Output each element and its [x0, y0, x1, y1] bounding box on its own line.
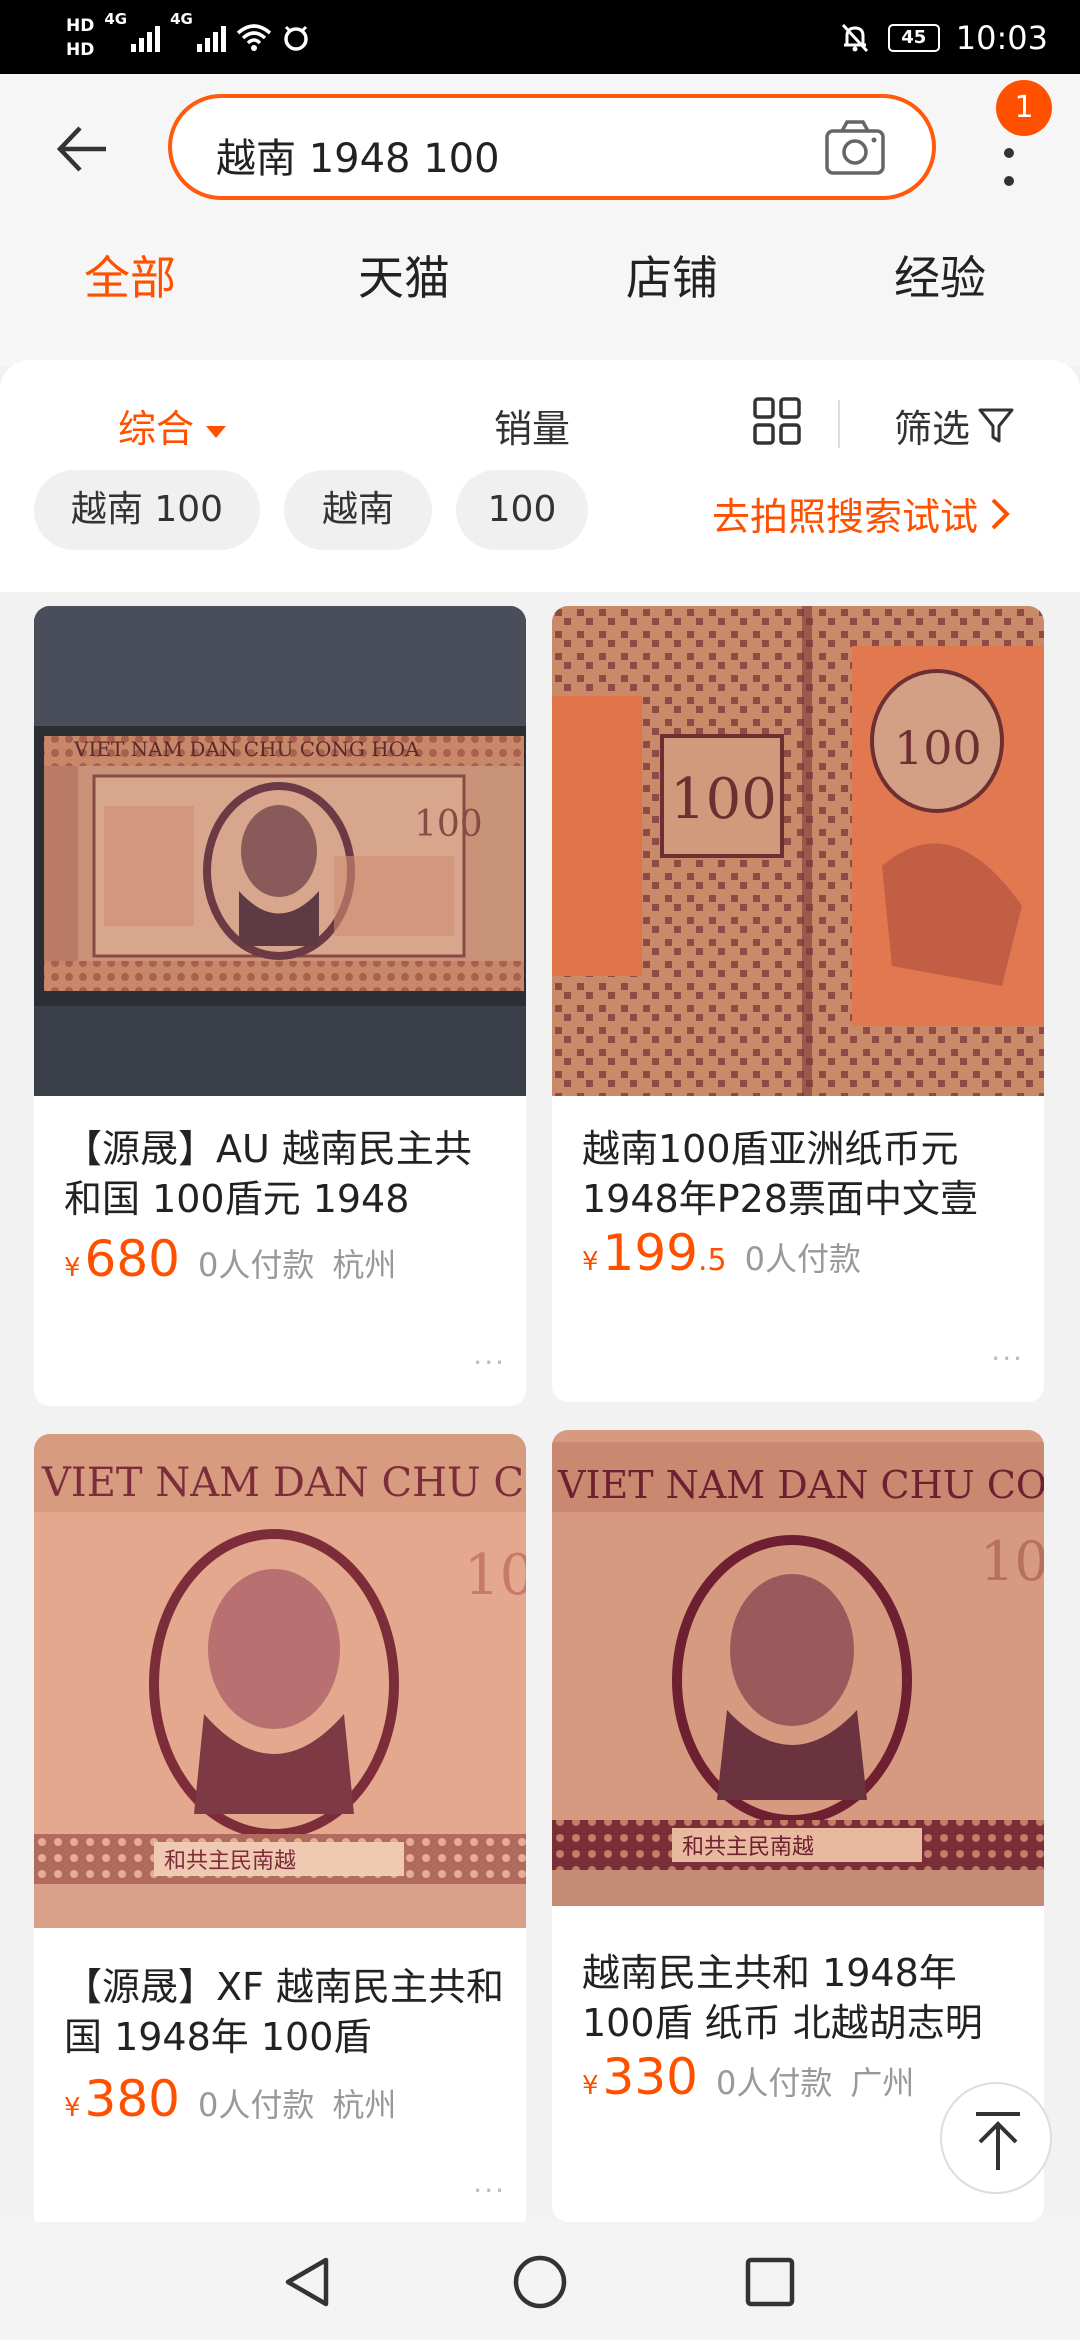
- filter-label: 筛选: [894, 407, 971, 451]
- nav-recents-icon[interactable]: [740, 2252, 800, 2312]
- banknote-denomination: 100: [894, 721, 982, 775]
- battery-icon: 45: [887, 24, 940, 52]
- signal-icon: [131, 24, 161, 52]
- product-title[interactable]: 越南100盾亚洲纸币元1948年P28票面中文壹: [582, 1124, 1022, 1224]
- mute-bell-icon: [841, 23, 868, 53]
- category-tabs: 全部 天猫 店铺 经验: [0, 242, 1080, 328]
- product-price: ¥380: [64, 2070, 180, 2128]
- product-price: ¥680: [64, 1230, 180, 1288]
- tab-all[interactable]: 全部: [84, 242, 176, 308]
- paid-count: 0人付款: [715, 2064, 833, 2102]
- product-card[interactable]: 100 100 越南100盾亚洲纸币元1948年P28票面中文壹 ¥199.5 …: [552, 606, 1044, 1402]
- banknote-header: VIET NAM DAN CHU CONG HOA: [73, 737, 420, 761]
- more-dots-icon[interactable]: ···: [473, 1346, 506, 1379]
- arrow-up-icon: [976, 2112, 1020, 2170]
- search-input[interactable]: 越南 1948 100: [168, 94, 936, 200]
- network-type-2: 4G: [170, 10, 193, 28]
- price-row: ¥680 0人付款 杭州: [64, 1230, 396, 1288]
- back-to-top-button[interactable]: [940, 2082, 1052, 2194]
- wifi-icon: [236, 24, 271, 51]
- price-row: ¥330 0人付款 广州: [582, 2048, 914, 2106]
- product-card[interactable]: VIET NAM DAN CHU CONG HOA 100 【源晟】AU 越南民…: [34, 606, 526, 1406]
- paid-count: 0人付款: [197, 2086, 315, 2124]
- currency-symbol: ¥: [64, 2093, 81, 2123]
- product-title[interactable]: 【源晟】AU 越南民主共和国 100盾元 1948: [64, 1124, 504, 1224]
- filter-button[interactable]: 筛选: [894, 398, 1014, 453]
- banknote-denomination: 100: [414, 804, 483, 845]
- product-price: ¥330: [582, 2048, 698, 2106]
- product-image[interactable]: VIET NAM DAN CHU CONG HOA 100: [34, 606, 526, 1096]
- sort-general-label: 综合: [118, 407, 195, 451]
- location: 广州: [850, 2064, 915, 2102]
- more-dots-icon[interactable]: ···: [991, 1342, 1024, 1375]
- camera-icon[interactable]: [824, 118, 886, 176]
- notification-badge: 1: [996, 80, 1052, 136]
- grid-view-icon[interactable]: [752, 396, 802, 446]
- more-dots-icon[interactable]: ···: [473, 2174, 506, 2207]
- alarm-icon: [284, 25, 308, 51]
- suggestion-chip[interactable]: 越南 100: [34, 470, 260, 550]
- price-row: ¥199.5 0人付款: [582, 1224, 861, 1282]
- location: 杭州: [332, 2086, 397, 2124]
- banknote-denomination: 100: [980, 1530, 1044, 1593]
- divider: [838, 400, 840, 448]
- search-header: 越南 1948 100 1 全部 天猫 店铺 经验: [0, 74, 1080, 366]
- hd-label-1: HD: [66, 16, 95, 36]
- tab-shops[interactable]: 店铺: [626, 242, 718, 308]
- system-nav-bar: [0, 2222, 1080, 2340]
- chevron-right-icon: [991, 498, 1010, 529]
- clock: 10:03: [955, 19, 1048, 57]
- hd-label-2: HD: [66, 40, 95, 60]
- product-image[interactable]: VIET NAM DAN CHU CONG HO 100 和共主民南越: [34, 1434, 526, 1928]
- banknote-bottom-text: 和共主民南越: [164, 1849, 296, 1874]
- product-card[interactable]: VIET NAM DAN CHU CONG HO 100 和共主民南越 【源晟】…: [34, 1434, 526, 2234]
- price-value: 380: [84, 2070, 180, 2128]
- tab-experience[interactable]: 经验: [894, 242, 986, 308]
- nav-back-icon[interactable]: [278, 2252, 338, 2312]
- tab-tmall[interactable]: 天猫: [358, 242, 450, 308]
- nav-home-icon[interactable]: [510, 2252, 570, 2312]
- price-value: 680: [84, 1230, 180, 1288]
- signal-icon: [196, 24, 226, 52]
- currency-symbol: ¥: [582, 1247, 599, 1277]
- photo-search-link[interactable]: 去拍照搜索试试: [712, 486, 1010, 541]
- product-image[interactable]: 100 100: [552, 606, 1044, 1096]
- price-value: 199: [602, 1224, 698, 1282]
- currency-symbol: ¥: [64, 1253, 81, 1283]
- network-type-1: 4G: [104, 10, 128, 28]
- funnel-icon: [978, 408, 1014, 442]
- location: 杭州: [332, 1246, 397, 1284]
- paid-count: 0人付款: [197, 1246, 315, 1284]
- sort-general[interactable]: 综合: [118, 398, 227, 453]
- banknote-header: VIET NAM DAN CHU CONG HO: [41, 1460, 526, 1506]
- banknote-bottom-text: 和共主民南越: [682, 1835, 814, 1860]
- hd-indicator: HD HD: [66, 14, 94, 62]
- filter-panel: 综合 销量 筛选 越南 100 越南 100 去拍照搜索试试: [0, 360, 1080, 592]
- paid-count: 0人付款: [744, 1240, 861, 1278]
- sort-sales[interactable]: 销量: [494, 398, 570, 453]
- price-row: ¥380 0人付款 杭州: [64, 2070, 396, 2128]
- suggestion-chip[interactable]: 100: [456, 470, 588, 550]
- product-price: ¥199.5: [582, 1224, 727, 1282]
- banknote-denomination: 100: [670, 767, 777, 832]
- currency-symbol: ¥: [582, 2071, 599, 2101]
- price-value: 330: [602, 2048, 698, 2106]
- status-bar: HD HD 4G 4G 45 10:03: [0, 0, 1080, 74]
- banknote-header: VIET NAM DAN CHU CONG HO: [557, 1463, 1044, 1507]
- product-image[interactable]: VIET NAM DAN CHU CONG HO 100 和共主民南越: [552, 1430, 1044, 1906]
- banknote-denomination: 100: [464, 1543, 526, 1608]
- price-decimal: .5: [697, 1243, 727, 1278]
- search-query-text[interactable]: 越南 1948 100: [216, 126, 500, 184]
- photo-search-label: 去拍照搜索试试: [712, 495, 979, 539]
- product-title[interactable]: 越南民主共和 1948年 100盾 纸币 北越胡志明: [582, 1948, 1022, 2048]
- caret-down-icon: [206, 425, 227, 438]
- suggestion-chip[interactable]: 越南: [284, 470, 432, 550]
- product-title[interactable]: 【源晟】XF 越南民主共和国 1948年 100盾: [64, 1962, 504, 2062]
- back-arrow-icon[interactable]: [52, 118, 114, 180]
